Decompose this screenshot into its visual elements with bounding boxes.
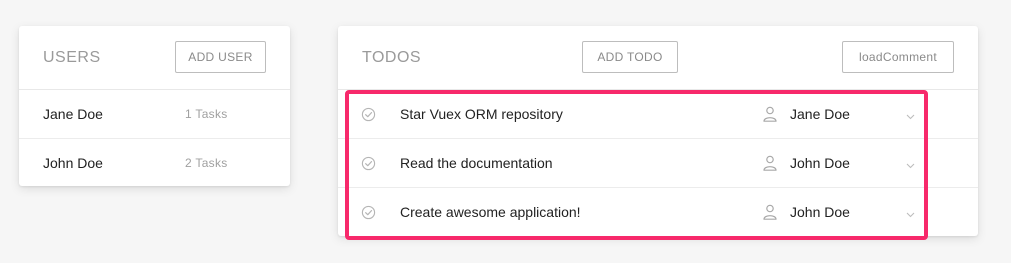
chevron-down-icon[interactable] <box>906 114 915 120</box>
todo-title[interactable]: Create awesome application! <box>400 204 581 220</box>
todo-assignee-select[interactable]: Jane Doe <box>790 106 850 122</box>
todo-row: Star Vuex ORM repository Jane Doe <box>338 90 978 139</box>
todo-assignee-select[interactable]: John Doe <box>790 204 850 220</box>
users-header: USERS ADD USER <box>19 26 290 90</box>
chevron-down-icon[interactable] <box>906 212 915 218</box>
todo-assignee-select[interactable]: John Doe <box>790 155 850 171</box>
user-name: Jane Doe <box>43 106 103 122</box>
add-user-button[interactable]: ADD USER <box>175 41 266 73</box>
load-comment-button[interactable]: loadComment <box>842 41 954 73</box>
todos-header: TODOS ADD TODO loadComment <box>338 26 978 90</box>
check-circle-icon[interactable] <box>361 156 376 171</box>
person-icon <box>763 155 777 171</box>
check-circle-icon[interactable] <box>361 205 376 220</box>
todo-row: Create awesome application! John Doe <box>338 188 978 237</box>
user-row[interactable]: Jane Doe 1 Tasks <box>19 90 290 139</box>
user-row[interactable]: John Doe 2 Tasks <box>19 139 290 188</box>
users-panel: USERS ADD USER Jane Doe 1 Tasks John Doe… <box>19 26 290 186</box>
person-icon <box>763 106 777 122</box>
users-title: USERS <box>43 49 101 66</box>
todos-title: TODOS <box>362 49 422 66</box>
todo-title[interactable]: Star Vuex ORM repository <box>400 106 563 122</box>
user-task-count: 1 Tasks <box>185 107 228 121</box>
todo-title[interactable]: Read the documentation <box>400 155 553 171</box>
person-icon <box>763 204 777 220</box>
user-task-count: 2 Tasks <box>185 156 228 170</box>
check-circle-icon[interactable] <box>361 107 376 122</box>
todo-row: Read the documentation John Doe <box>338 139 978 188</box>
chevron-down-icon[interactable] <box>906 163 915 169</box>
add-todo-button[interactable]: ADD TODO <box>582 41 678 73</box>
user-name: John Doe <box>43 155 103 171</box>
todos-panel: TODOS ADD TODO loadComment Star Vuex ORM… <box>338 26 978 236</box>
